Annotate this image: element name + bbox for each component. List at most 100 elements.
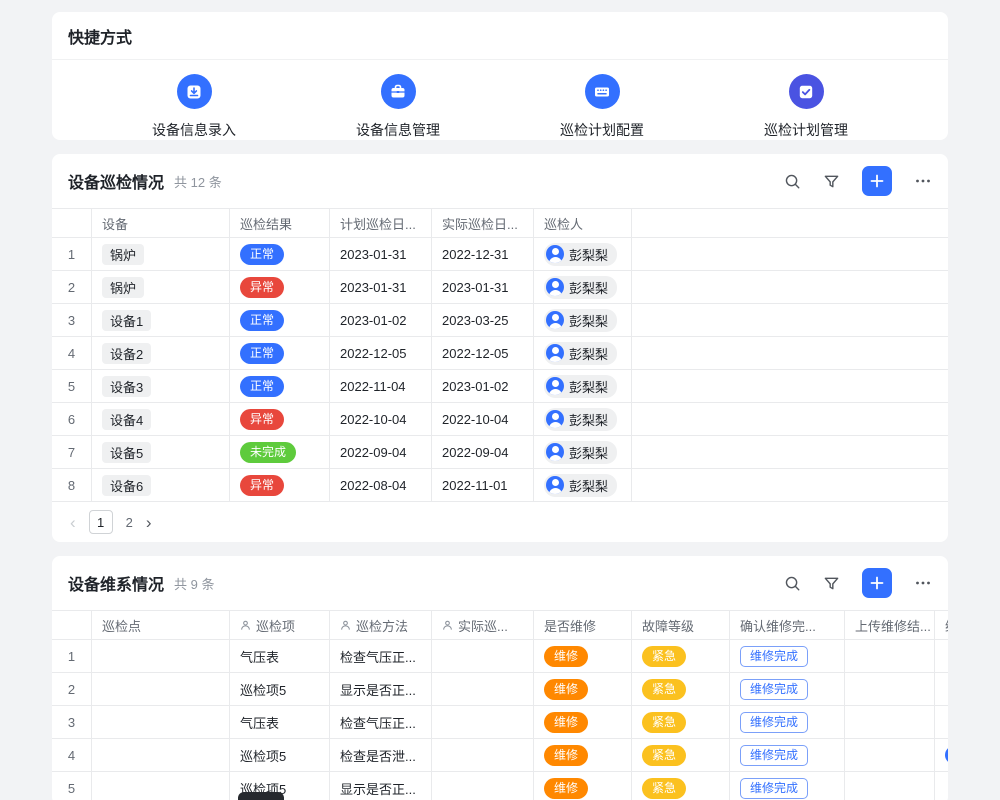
column-header-device[interactable]: 设备 <box>92 209 230 237</box>
shortcut-plan-manage[interactable]: 巡检计划管理 <box>704 74 908 140</box>
column-header-level[interactable]: 故障等级 <box>632 611 730 639</box>
pagination-page-1[interactable]: 1 <box>89 510 113 534</box>
actual-cell[interactable] <box>432 739 534 771</box>
actual-cell[interactable] <box>432 772 534 800</box>
cut-cell[interactable] <box>935 739 948 771</box>
filter-icon[interactable] <box>823 173 840 190</box>
person-cell[interactable]: 彭梨梨 <box>534 271 632 303</box>
device-cell[interactable]: 设备2 <box>92 337 230 369</box>
method-cell[interactable]: 检查气压正... <box>330 706 432 738</box>
pagination-page-2[interactable]: 2 <box>126 515 133 530</box>
column-header-result[interactable]: 巡检结果 <box>230 209 330 237</box>
person-cell[interactable]: 彭梨梨 <box>534 370 632 402</box>
upload-cell[interactable] <box>845 640 935 672</box>
person-cell[interactable]: 彭梨梨 <box>534 469 632 501</box>
column-header-actual-date[interactable]: 实际巡检日... <box>432 209 534 237</box>
more-options-icon[interactable] <box>914 172 932 190</box>
device-cell[interactable]: 设备1 <box>92 304 230 336</box>
actual-date-cell[interactable]: 2022-10-04 <box>432 403 534 435</box>
confirm-cell[interactable]: 维修完成 <box>730 772 845 800</box>
column-header-person[interactable]: 巡检人 <box>534 209 632 237</box>
table-row[interactable]: 7 设备5 未完成 2022-09-04 2022-09-04 彭梨梨 <box>52 436 948 469</box>
point-cell[interactable] <box>92 739 230 771</box>
confirm-repair-button[interactable]: 维修完成 <box>740 679 808 700</box>
person-cell[interactable]: 彭梨梨 <box>534 238 632 270</box>
device-cell[interactable]: 设备4 <box>92 403 230 435</box>
upload-cell[interactable] <box>845 706 935 738</box>
plan-date-cell[interactable]: 2022-11-04 <box>330 370 432 402</box>
method-cell[interactable]: 检查是否泄... <box>330 739 432 771</box>
table-row[interactable]: 2 巡检项5 显示是否正... 维修 紧急 维修完成 <box>52 673 948 706</box>
actual-cell[interactable] <box>432 673 534 705</box>
column-header-method[interactable]: 巡检方法 <box>330 611 432 639</box>
confirm-cell[interactable]: 维修完成 <box>730 739 845 771</box>
confirm-repair-button[interactable]: 维修完成 <box>740 745 808 766</box>
actual-cell[interactable] <box>432 640 534 672</box>
cut-cell[interactable] <box>935 640 948 672</box>
cut-cell[interactable] <box>935 673 948 705</box>
result-cell[interactable]: 正常 <box>230 370 330 402</box>
plan-date-cell[interactable]: 2022-12-05 <box>330 337 432 369</box>
table-row[interactable]: 5 设备3 正常 2022-11-04 2023-01-02 彭梨梨 <box>52 370 948 403</box>
result-cell[interactable]: 异常 <box>230 271 330 303</box>
device-cell[interactable]: 设备3 <box>92 370 230 402</box>
method-cell[interactable]: 显示是否正... <box>330 673 432 705</box>
level-cell[interactable]: 紧急 <box>632 772 730 800</box>
method-cell[interactable]: 检查气压正... <box>330 640 432 672</box>
upload-cell[interactable] <box>845 673 935 705</box>
column-header-point[interactable]: 巡检点 <box>92 611 230 639</box>
plan-date-cell[interactable]: 2022-08-04 <box>330 469 432 501</box>
point-cell[interactable] <box>92 673 230 705</box>
result-cell[interactable]: 异常 <box>230 403 330 435</box>
table-row[interactable]: 8 设备6 异常 2022-08-04 2022-11-01 彭梨梨 <box>52 469 948 502</box>
confirm-cell[interactable]: 维修完成 <box>730 673 845 705</box>
result-cell[interactable]: 正常 <box>230 304 330 336</box>
more-options-icon[interactable] <box>914 574 932 592</box>
repair-cell[interactable]: 维修 <box>534 706 632 738</box>
person-cell[interactable]: 彭梨梨 <box>534 436 632 468</box>
item-cell[interactable]: 巡检项5 <box>230 673 330 705</box>
shortcut-plan-config[interactable]: 巡检计划配置 <box>500 74 704 140</box>
result-cell[interactable]: 异常 <box>230 469 330 501</box>
table-row[interactable]: 3 气压表 检查气压正... 维修 紧急 维修完成 <box>52 706 948 739</box>
method-cell[interactable]: 显示是否正... <box>330 772 432 800</box>
person-cell[interactable]: 彭梨梨 <box>534 403 632 435</box>
cut-cell[interactable] <box>935 706 948 738</box>
actual-date-cell[interactable]: 2023-03-25 <box>432 304 534 336</box>
pagination-prev-icon[interactable]: ‹ <box>70 514 76 531</box>
column-header-plan-date[interactable]: 计划巡检日... <box>330 209 432 237</box>
search-icon[interactable] <box>784 575 801 592</box>
item-cell[interactable]: 巡检项5 <box>230 739 330 771</box>
shortcut-device-manage[interactable]: 设备信息管理 <box>296 74 500 140</box>
item-cell[interactable]: 气压表 <box>230 706 330 738</box>
add-record-button[interactable] <box>862 166 892 196</box>
device-cell[interactable]: 锅炉 <box>92 271 230 303</box>
table-row[interactable]: 5 巡检项5 显示是否正... 维修 紧急 维修完成 <box>52 772 948 800</box>
level-cell[interactable]: 紧急 <box>632 640 730 672</box>
level-cell[interactable]: 紧急 <box>632 706 730 738</box>
column-header-actual[interactable]: 实际巡... <box>432 611 534 639</box>
upload-cell[interactable] <box>845 739 935 771</box>
confirm-cell[interactable]: 维修完成 <box>730 640 845 672</box>
actual-date-cell[interactable]: 2023-01-31 <box>432 271 534 303</box>
result-cell[interactable]: 正常 <box>230 337 330 369</box>
plan-date-cell[interactable]: 2023-01-02 <box>330 304 432 336</box>
table-row[interactable]: 1 气压表 检查气压正... 维修 紧急 维修完成 <box>52 640 948 673</box>
level-cell[interactable]: 紧急 <box>632 739 730 771</box>
item-cell[interactable]: 气压表 <box>230 640 330 672</box>
table-row[interactable]: 6 设备4 异常 2022-10-04 2022-10-04 彭梨梨 <box>52 403 948 436</box>
column-header-cut[interactable]: 维 <box>935 611 948 639</box>
column-header-repair[interactable]: 是否维修 <box>534 611 632 639</box>
add-record-button[interactable] <box>862 568 892 598</box>
point-cell[interactable] <box>92 706 230 738</box>
point-cell[interactable] <box>92 772 230 800</box>
person-cell[interactable]: 彭梨梨 <box>534 304 632 336</box>
plan-date-cell[interactable]: 2023-01-31 <box>330 238 432 270</box>
table-row[interactable]: 4 巡检项5 检查是否泄... 维修 紧急 维修完成 <box>52 739 948 772</box>
upload-cell[interactable] <box>845 772 935 800</box>
device-cell[interactable]: 设备5 <box>92 436 230 468</box>
confirm-repair-button[interactable]: 维修完成 <box>740 646 808 667</box>
table-row[interactable]: 3 设备1 正常 2023-01-02 2023-03-25 彭梨梨 <box>52 304 948 337</box>
cut-cell[interactable] <box>935 772 948 800</box>
shortcut-device-entry[interactable]: 设备信息录入 <box>92 74 296 140</box>
